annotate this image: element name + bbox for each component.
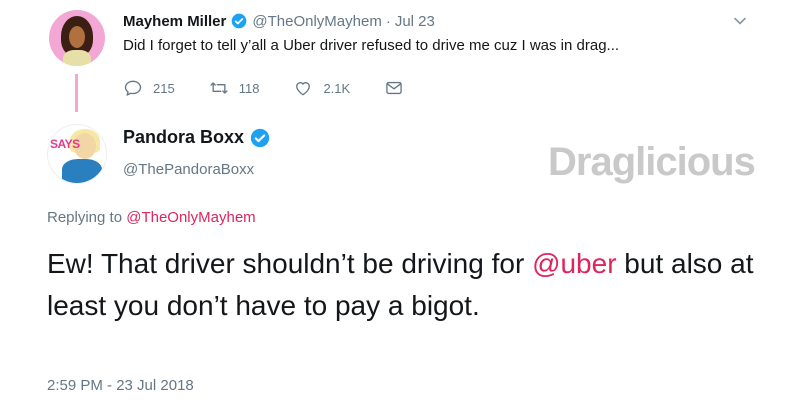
like-count: 2.1K — [323, 80, 351, 96]
author-name[interactable]: Pandora Boxx — [123, 127, 244, 148]
avatar[interactable] — [49, 10, 105, 66]
thread-line — [75, 74, 78, 112]
tweet-date[interactable]: Jul 23 — [395, 13, 435, 30]
verified-icon — [231, 13, 247, 29]
retweet-count: 118 — [238, 80, 260, 96]
reply-count: 215 — [153, 80, 175, 96]
tweet-header: Mayhem Miller @TheOnlyMayhem · Jul 23 — [123, 10, 435, 32]
message-button[interactable] — [384, 78, 404, 98]
like-button[interactable]: 2.1K — [293, 78, 350, 98]
tweet-text-part: Ew! That driver shouldn’t be driving for — [47, 248, 533, 279]
avatar-clothing — [63, 50, 91, 66]
chevron-down-icon[interactable] — [733, 14, 747, 28]
watermark-logo: Draglicious — [548, 140, 756, 184]
tweet-actions: 215 118 2.1K — [123, 78, 438, 98]
replying-to: Replying to @TheOnlyMayhem — [47, 209, 256, 226]
like-icon — [296, 82, 311, 96]
separator-dot: · — [385, 12, 391, 30]
replying-mention-link[interactable]: @TheOnlyMayhem — [126, 209, 255, 226]
verified-icon — [250, 128, 270, 148]
tweet-text: Did I forget to tell y’all a Uber driver… — [123, 37, 620, 54]
author-handle[interactable]: @TheOnlyMayhem — [252, 13, 381, 30]
avatar[interactable]: SAYS — [47, 124, 107, 184]
retweet-icon — [210, 82, 228, 94]
author-name[interactable]: Mayhem Miller — [123, 13, 226, 30]
reply-icon — [124, 80, 142, 96]
message-icon — [386, 81, 402, 95]
avatar-clothing — [62, 159, 102, 183]
reply-button[interactable]: 215 — [123, 78, 175, 98]
author-handle[interactable]: @ThePandoraBoxx — [123, 161, 254, 178]
tweet-timestamp[interactable]: 2:59 PM - 23 Jul 2018 — [47, 377, 194, 394]
author-name-row: Pandora Boxx — [123, 127, 270, 148]
avatar-face — [69, 26, 85, 48]
retweet-button[interactable]: 118 — [209, 78, 260, 98]
parent-tweet[interactable]: Mayhem Miller @TheOnlyMayhem · Jul 23 Di… — [0, 0, 796, 112]
replying-prefix: Replying to — [47, 209, 127, 226]
avatar-logo-text: SAYS — [50, 137, 80, 151]
mention-link[interactable]: @uber — [532, 248, 616, 279]
tweet-text: Ew! That driver shouldn’t be driving for… — [47, 243, 767, 327]
